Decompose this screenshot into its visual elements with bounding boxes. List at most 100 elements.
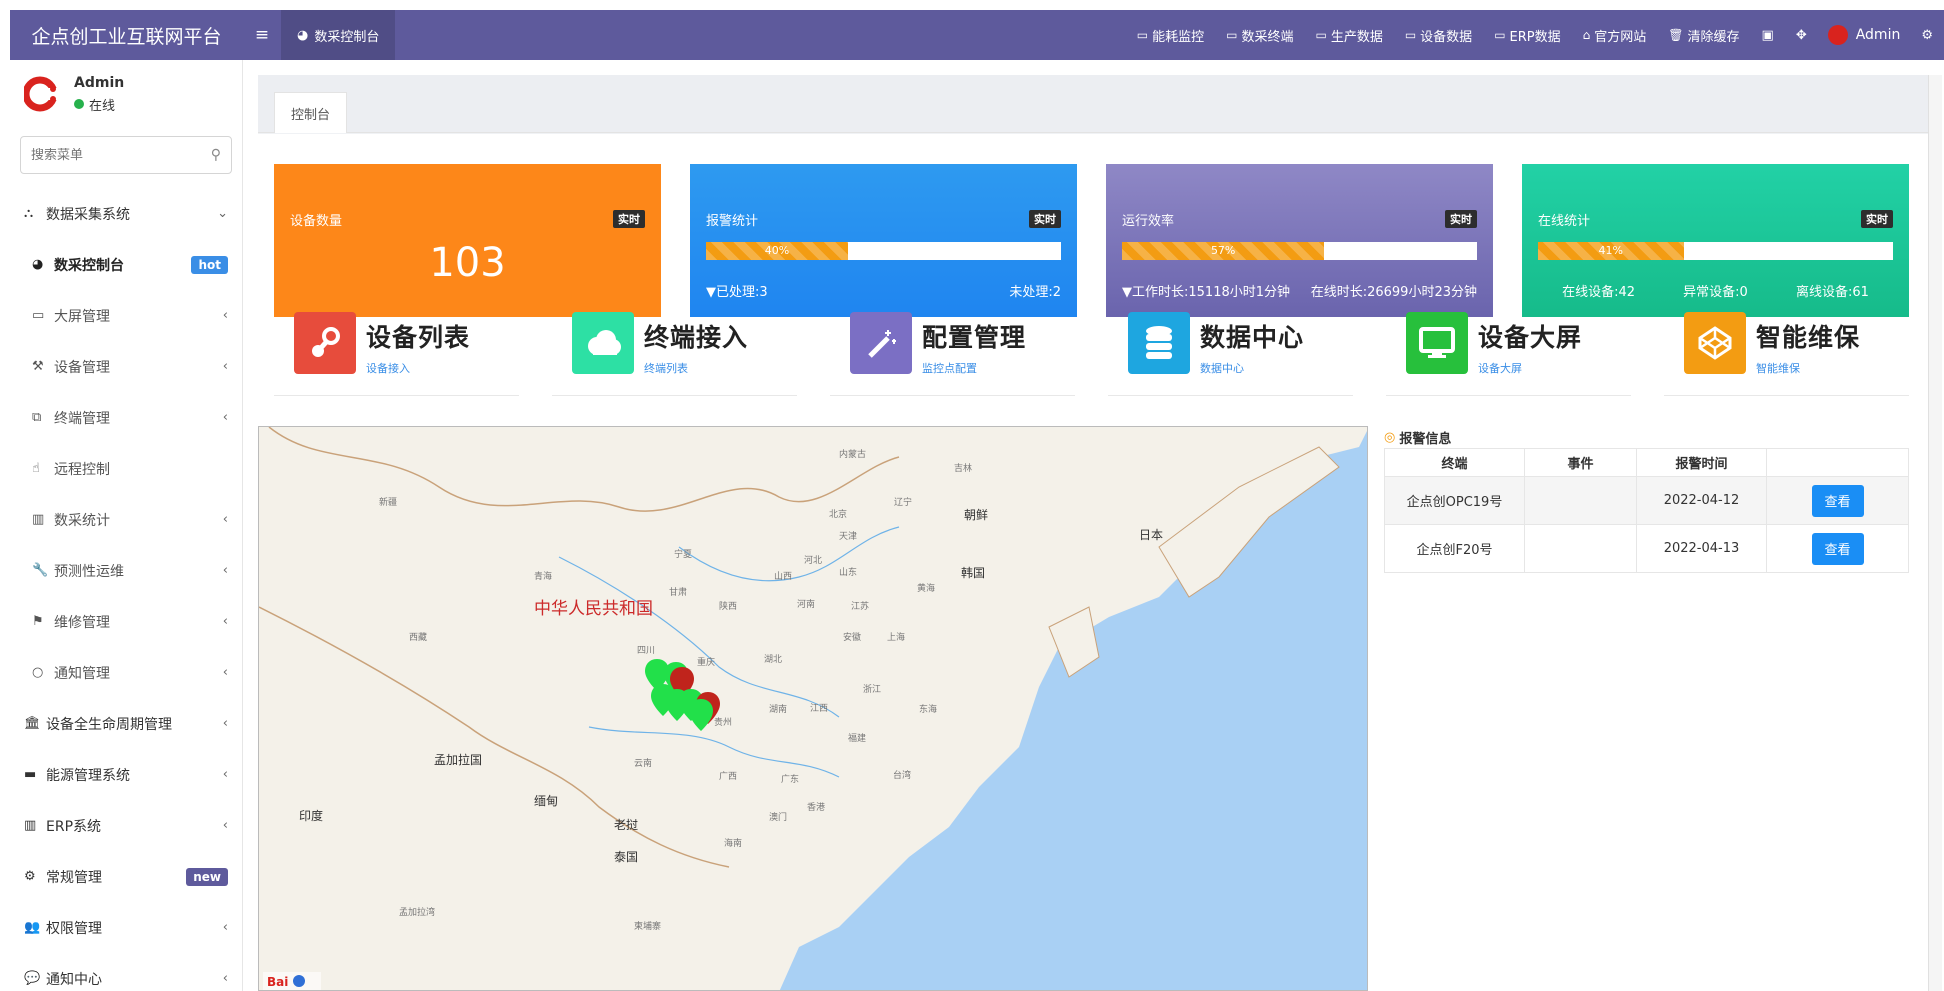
search-icon[interactable]: ⚲: [211, 147, 221, 163]
tile-maintenance[interactable]: 智能维保 智能维保: [1664, 312, 1909, 396]
new-badge: new: [186, 867, 228, 886]
sidebar-item-label: 通知中心: [46, 971, 102, 988]
sidebar-item-label: 设备全生命周期管理: [46, 716, 172, 733]
user-menu[interactable]: Admin: [1818, 10, 1911, 60]
top-link-energy[interactable]: ▭ 能耗监控: [1126, 10, 1215, 60]
sidebar-item-device[interactable]: ⚒ 设备管理 ‹: [10, 341, 242, 392]
sidebar-item-predictive[interactable]: 🔧 预测性运维 ‹: [10, 545, 242, 596]
table-row: 企点创OPC19号 2022-04-12 查看: [1384, 476, 1909, 525]
gavel-icon: ⚒: [32, 359, 44, 374]
sidebar: Admin 在线 ⚲ ⛬ 数据采集系统 ⌄ ◕ 数采控制台 hot ▭ 大屏管理 ‹ ⚒ 设备…: [10, 60, 243, 991]
map-place-label: 河北: [804, 554, 822, 566]
cell-action: 查看: [1766, 476, 1909, 525]
active-module-tab[interactable]: ◕ 数采控制台: [281, 10, 396, 60]
tile-subtitle[interactable]: 数据中心: [1200, 360, 1304, 376]
sidebar-item-data-collection[interactable]: ⛬ 数据采集系统 ⌄: [10, 188, 242, 239]
sidebar-item-permission[interactable]: 👥 权限管理 ‹: [10, 902, 242, 953]
stat-title: 设备数量: [290, 214, 343, 229]
sidebar-item-repair[interactable]: ⚑ 维修管理 ‹: [10, 596, 242, 647]
top-link-production[interactable]: ▭ 生产数据: [1304, 10, 1393, 60]
dashboard-main: 设备数量 实时 103 报警统计 实时 40% ▼已处理:3 未处理:2 运行效…: [258, 134, 1928, 991]
view-button[interactable]: 查看: [1811, 484, 1864, 517]
map-place-label: 山西: [774, 571, 792, 582]
view-button[interactable]: 查看: [1811, 532, 1864, 565]
sidebar-item-energy[interactable]: ▬ 能源管理系统 ‹: [10, 749, 242, 800]
sidebar-item-label: 设备管理: [54, 359, 110, 376]
tile-device-list[interactable]: 设备列表 设备接入: [274, 312, 519, 396]
sidebar-item-notice-center[interactable]: 💬 通知中心 ‹: [10, 953, 242, 991]
stat-footer: ▼工作时长:15118小时1分钟 在线时长:26699小时23分钟: [1122, 281, 1477, 300]
brand-title[interactable]: 企点创工业互联网平台: [10, 10, 243, 60]
tile-data-center[interactable]: 数据中心 数据中心: [1108, 312, 1353, 396]
map-place-label: 宁夏: [674, 548, 692, 560]
map-canvas[interactable]: 内蒙古吉林新疆 辽宁北京天津 朝鲜日本宁夏河北青海 山西 山东 韩国甘肃陕西 河南 江苏 黄海西…: [259, 427, 1368, 991]
top-link-device-data[interactable]: ▭ 设备数据: [1394, 10, 1483, 60]
efficiency-progress-bar: 57%: [1122, 242, 1477, 260]
fullscreen-icon[interactable]: ✥: [1785, 10, 1818, 60]
tile-terminal-access[interactable]: 终端接入 终端列表: [552, 312, 797, 396]
sidebar-item-notice[interactable]: ○ 通知管理 ‹: [10, 647, 242, 698]
sidebar-item-label: 能源管理系统: [46, 767, 130, 784]
map-place-label: 天津: [839, 531, 857, 542]
map-place-label: 香港: [807, 801, 825, 813]
cogs-icon: ⚙: [24, 869, 36, 884]
filter-icon: ▼: [1122, 285, 1132, 300]
chevron-left-icon: ‹: [222, 359, 228, 374]
cloud-icon: [572, 312, 634, 374]
map-place-label: 泰国: [614, 850, 638, 864]
top-link-clear-cache[interactable]: 🗑 清除缓存: [1657, 10, 1750, 60]
monitor-icon: ▭: [1494, 28, 1506, 42]
medal-icon: ◎: [1384, 429, 1396, 445]
user-panel: Admin 在线: [10, 60, 242, 128]
sidebar-item-terminal[interactable]: ⧉ 终端管理 ‹: [10, 392, 242, 443]
settings-cogs-icon[interactable]: ⚙: [1910, 10, 1944, 60]
chevron-left-icon: ‹: [222, 512, 228, 527]
tile-subtitle[interactable]: 智能维保: [1756, 360, 1860, 376]
menu-toggle-icon[interactable]: ≡: [243, 10, 281, 60]
magic-icon: [850, 312, 912, 374]
chevron-left-icon: ‹: [222, 920, 228, 935]
battery-icon: ▬: [24, 767, 37, 782]
top-link-label: 能耗监控: [1152, 29, 1205, 45]
tile-subtitle[interactable]: 设备接入: [366, 360, 470, 376]
bank-icon: 🏛: [24, 716, 41, 731]
vertical-scrollbar[interactable]: [1928, 75, 1942, 991]
menu-search-input[interactable]: [31, 147, 201, 163]
top-link-erp[interactable]: ▭ ERP数据: [1483, 10, 1571, 60]
dashboard-icon: ◕: [32, 257, 44, 272]
top-link-label: 设备数据: [1420, 29, 1473, 45]
chevron-left-icon: ‹: [222, 818, 228, 833]
tile-title: 设备列表: [366, 323, 471, 352]
sidebar-item-label: 数采统计: [54, 512, 110, 529]
filter-icon: ▼: [706, 285, 716, 300]
tile-big-screen[interactable]: 设备大屏 设备大屏: [1386, 312, 1631, 396]
top-link-website[interactable]: ⌂ 官方网站: [1572, 10, 1658, 60]
tile-subtitle[interactable]: 终端列表: [644, 360, 748, 376]
chevron-left-icon: ‹: [222, 614, 228, 629]
wrench-icon: 🔧: [32, 563, 49, 578]
sidebar-item-erp[interactable]: ▥ ERP系统 ‹: [10, 800, 242, 851]
sidebar-item-label: 预测性运维: [54, 563, 124, 580]
device-map[interactable]: 内蒙古 吉林 新疆 辽宁 北京 天津 朝鲜 日本 宁夏 河北 青海 山西 山东 韩国 甘肃 陕西 河南 江苏 黄海西…: [258, 426, 1368, 991]
tile-config[interactable]: 配置管理 监控点配置: [830, 312, 1075, 396]
sidebar-item-lifecycle[interactable]: 🏛 设备全生命周期管理 ‹: [10, 698, 242, 749]
col-action: [1766, 448, 1909, 477]
top-link-terminal[interactable]: ▭ 数采终端: [1215, 10, 1304, 60]
sidebar-item-big-screen[interactable]: ▭ 大屏管理 ‹: [10, 290, 242, 341]
tile-subtitle[interactable]: 监控点配置: [922, 360, 1026, 376]
top-link-label: 清除缓存: [1687, 29, 1740, 45]
map-place-label: 黄海: [917, 582, 935, 594]
flag-icon: ⚑: [32, 614, 44, 629]
map-place-label: 韩国: [961, 565, 985, 580]
sidebar-item-console[interactable]: ◕ 数采控制台 hot: [10, 239, 242, 290]
map-place-label: 孟加拉国: [434, 752, 482, 767]
hand-icon: ☝: [32, 461, 40, 476]
monitor-icon: ▭: [1315, 28, 1327, 42]
language-icon[interactable]: ▣: [1751, 10, 1785, 60]
sidebar-item-stats[interactable]: ▥ 数采统计 ‹: [10, 494, 242, 545]
tab-console[interactable]: 控制台: [274, 92, 348, 133]
tile-subtitle[interactable]: 设备大屏: [1478, 360, 1582, 376]
cell-time: 2022-04-12: [1636, 476, 1767, 525]
sidebar-item-remote[interactable]: ☝ 远程控制: [10, 443, 242, 494]
sidebar-item-general[interactable]: ⚙ 常规管理 new: [10, 851, 242, 902]
